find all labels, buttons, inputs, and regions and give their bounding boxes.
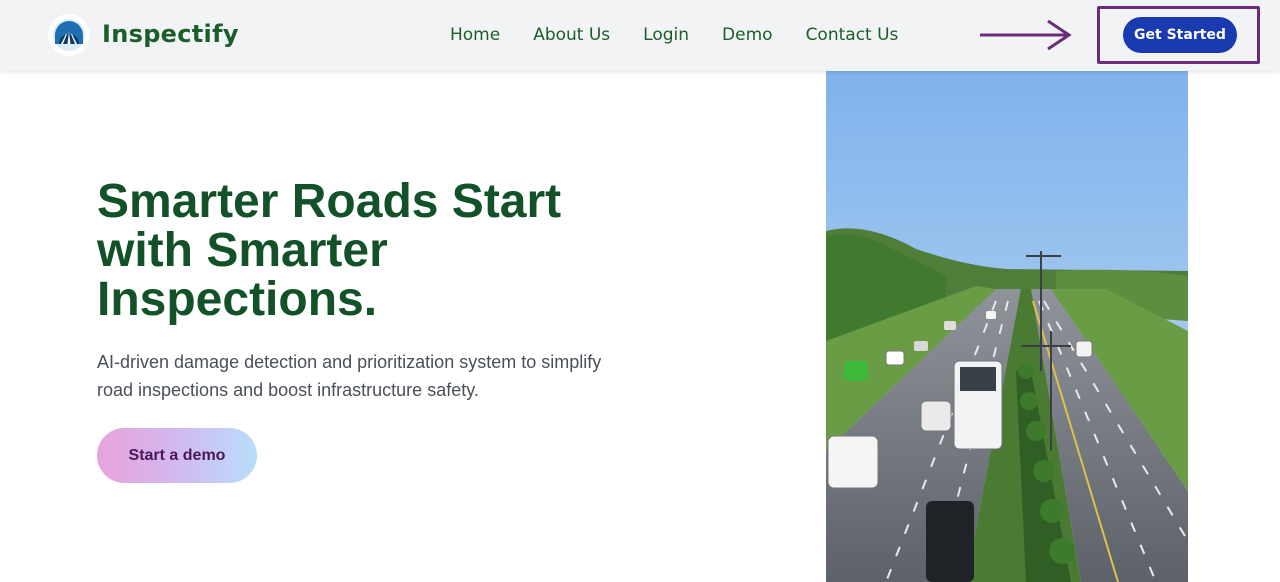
hero-subtitle: AI-driven damage detection and prioritiz… [97,352,602,400]
nav-link-login[interactable]: Login [643,25,689,45]
main-nav: Home About Us Login Demo Contact Us [450,25,931,45]
road-tunnel-icon [53,19,85,51]
start-demo-button[interactable]: Start a demo [97,428,257,483]
hero-title-line: with Smarter [97,224,388,277]
brand-logo[interactable] [48,14,90,56]
hero-title-line: Smarter Roads Start [97,175,562,228]
hero-title: Smarter Roads Start with Smarter Inspect… [97,177,657,324]
nav-link-demo[interactable]: Demo [722,25,773,45]
nav-link-home[interactable]: Home [450,25,500,45]
aerial-highway-photo [826,71,1188,582]
hero-title-line: Inspections. [97,273,378,326]
right-arrow-icon [980,19,1072,51]
nav-link-contact-us[interactable]: Contact Us [806,25,899,45]
get-started-button[interactable]: Get Started [1123,17,1237,53]
nav-link-about-us[interactable]: About Us [533,25,610,45]
brand-name[interactable]: Inspectify [102,20,239,48]
top-navbar: Inspectify Home About Us Login Demo Cont… [0,0,1280,71]
highway-illustration [826,71,1188,582]
